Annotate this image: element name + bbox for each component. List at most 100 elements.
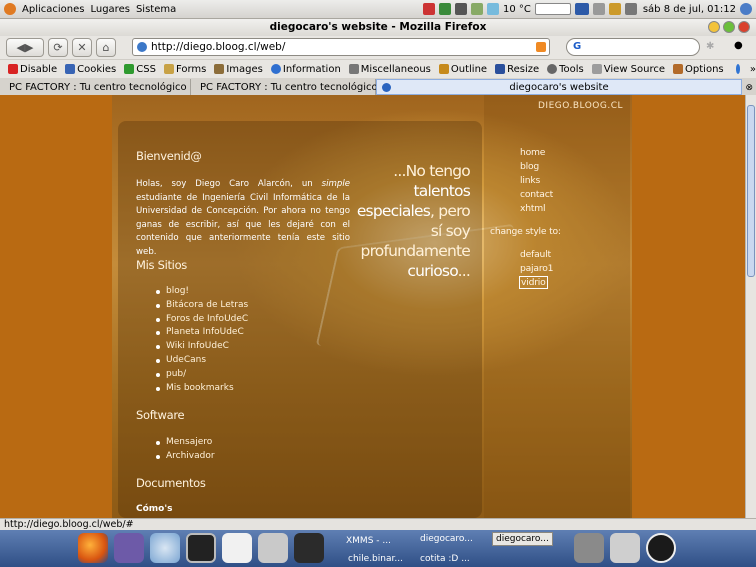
- devbar-cookies[interactable]: Cookies: [65, 64, 116, 75]
- task-diegocaro-2[interactable]: diegocaro...: [492, 532, 553, 546]
- tab-diegocaro[interactable]: diegocaro's website: [376, 79, 742, 95]
- bottom-dock: XMMS - ... diegocaro... diegocaro... chi…: [0, 530, 756, 567]
- maximize-icon[interactable]: [723, 21, 735, 33]
- site-link-blog[interactable]: blog!: [154, 285, 248, 299]
- nav-links[interactable]: links: [520, 174, 540, 188]
- source-icon: [591, 64, 602, 74]
- tab-bar: PC FACTORY : Tu centro tecnológico PC FA…: [0, 78, 756, 95]
- app-icon[interactable]: [438, 3, 451, 15]
- images-icon: [214, 64, 225, 74]
- app-icon[interactable]: [422, 3, 435, 15]
- close-icon[interactable]: [738, 21, 750, 33]
- nav-home[interactable]: home: [520, 146, 545, 160]
- css-icon: [124, 64, 135, 74]
- close-tab-icon[interactable]: ⊗: [745, 83, 753, 93]
- shutdown-icon[interactable]: [740, 3, 752, 15]
- rss-feed-icon[interactable]: [536, 42, 546, 52]
- app-icon[interactable]: [470, 3, 483, 15]
- task-cotita[interactable]: cotita :D ...: [420, 554, 470, 564]
- web-developer-toolbar: Disable Cookies CSS Forms Images Informa…: [0, 59, 756, 78]
- nav-xhtml[interactable]: xhtml: [520, 202, 546, 216]
- text-editor-icon[interactable]: [222, 533, 252, 563]
- page-viewport: DIEGO.BLOOG.CL Bienvenid@ Holas, soy Die…: [0, 95, 745, 518]
- devbar-view-source[interactable]: View Source: [591, 64, 665, 75]
- site-link-bitacora[interactable]: Bitácora de Letras: [154, 299, 248, 313]
- sidebar-column: [484, 95, 630, 518]
- site-link-pub[interactable]: pub/: [154, 368, 248, 382]
- site-link-wiki[interactable]: Wiki InfoUdeC: [154, 340, 248, 354]
- devbar-options[interactable]: Options: [673, 64, 724, 75]
- style-default[interactable]: default: [520, 248, 551, 262]
- devbar-outline[interactable]: Outline: [438, 64, 487, 75]
- site-link-planeta[interactable]: Planeta InfoUdeC: [154, 326, 248, 340]
- site-name: DIEGO.BLOOG.CL: [538, 101, 623, 111]
- workspace-icon[interactable]: [574, 3, 589, 15]
- temperature-label: 10 °C: [502, 3, 531, 15]
- menu-sistema[interactable]: Sistema: [136, 4, 176, 15]
- gnome-foot-icon[interactable]: [4, 3, 16, 15]
- site-link-foros[interactable]: Foros de InfoUdeC: [154, 313, 248, 327]
- nav-blog[interactable]: blog: [520, 160, 539, 174]
- tab-pcfactory-1[interactable]: PC FACTORY : Tu centro tecnológico: [0, 79, 191, 95]
- style-vidrio[interactable]: vidrio: [519, 276, 548, 290]
- software-link-archivador[interactable]: Archivador: [154, 450, 215, 464]
- info-icon: [270, 64, 281, 74]
- misc-icon: [348, 64, 359, 74]
- task-xmms[interactable]: XMMS - ...: [346, 536, 391, 546]
- site-link-bookmarks[interactable]: Mis bookmarks: [154, 382, 248, 396]
- back-forward-button[interactable]: ◀▶: [6, 38, 44, 57]
- search-input[interactable]: G: [566, 38, 700, 56]
- vertical-scrollbar[interactable]: [745, 95, 756, 518]
- clock[interactable]: sáb 8 de jul, 01:12: [643, 4, 736, 15]
- media-icon[interactable]: [294, 533, 324, 563]
- app-icon[interactable]: [454, 3, 467, 15]
- google-icon: G: [573, 41, 582, 52]
- top-panel: Aplicaciones Lugares Sistema 10 °C sáb 8…: [0, 0, 756, 19]
- site-link-udecans[interactable]: UdeCans: [154, 354, 248, 368]
- validate-icon[interactable]: [735, 64, 740, 74]
- pidgin-icon[interactable]: [114, 533, 144, 563]
- workspace-switcher[interactable]: [534, 3, 571, 15]
- software-link-mensajero[interactable]: Mensajero: [154, 436, 215, 450]
- scrollbar-thumb[interactable]: [747, 105, 755, 277]
- trash-icon[interactable]: [574, 533, 604, 563]
- intro-text: Holas, soy Diego Caro Alarcón, un simple…: [136, 179, 350, 257]
- power-icon[interactable]: [646, 533, 676, 563]
- home-button[interactable]: ⌂: [96, 38, 116, 57]
- devbar-miscellaneous[interactable]: Miscellaneous: [348, 64, 431, 75]
- task-chile-binar[interactable]: chile.binar...: [348, 554, 403, 564]
- welcome-heading: Bienvenid@: [136, 149, 202, 163]
- reload-button[interactable]: ⟳: [48, 38, 68, 57]
- disable-icon: [8, 64, 18, 74]
- url-bar[interactable]: http://diego.bloog.cl/web/: [132, 38, 550, 56]
- drive-icon[interactable]: [258, 533, 288, 563]
- stop-button[interactable]: ✕: [72, 38, 92, 57]
- nav-contact[interactable]: contact: [520, 188, 553, 202]
- music-player-icon[interactable]: [150, 533, 180, 563]
- chevron-icon[interactable]: »: [750, 64, 756, 75]
- menu-aplicaciones[interactable]: Aplicaciones: [22, 4, 84, 15]
- menu-lugares[interactable]: Lugares: [90, 4, 129, 15]
- volume-icon[interactable]: [624, 3, 637, 15]
- terminal-icon[interactable]: [186, 533, 216, 563]
- notify-icon[interactable]: [608, 3, 621, 15]
- style-pajaro1[interactable]: pajaro1: [520, 262, 553, 276]
- apple-icon[interactable]: ●: [734, 40, 743, 51]
- devbar-forms[interactable]: Forms: [163, 64, 206, 75]
- lock-icon[interactable]: [610, 533, 640, 563]
- forms-icon: [163, 64, 174, 74]
- devbar-resize[interactable]: Resize: [495, 64, 539, 75]
- minimize-icon[interactable]: [708, 21, 720, 33]
- devbar-css[interactable]: CSS: [124, 64, 156, 75]
- task-diegocaro-1[interactable]: diegocaro...: [420, 534, 473, 544]
- devbar-disable[interactable]: Disable: [8, 64, 57, 75]
- quote-text: ...No tengo talentos especiales, pero sí…: [356, 162, 471, 280]
- app-icon[interactable]: [486, 3, 499, 15]
- devbar-images[interactable]: Images: [214, 64, 263, 75]
- docs-heading: Documentos: [136, 476, 206, 490]
- devbar-information[interactable]: Information: [270, 64, 341, 75]
- firefox-icon[interactable]: [78, 533, 108, 563]
- devbar-tools[interactable]: Tools: [547, 64, 584, 75]
- network-icon[interactable]: [592, 3, 605, 15]
- tab-pcfactory-2[interactable]: PC FACTORY : Tu centro tecnológico: [191, 79, 378, 95]
